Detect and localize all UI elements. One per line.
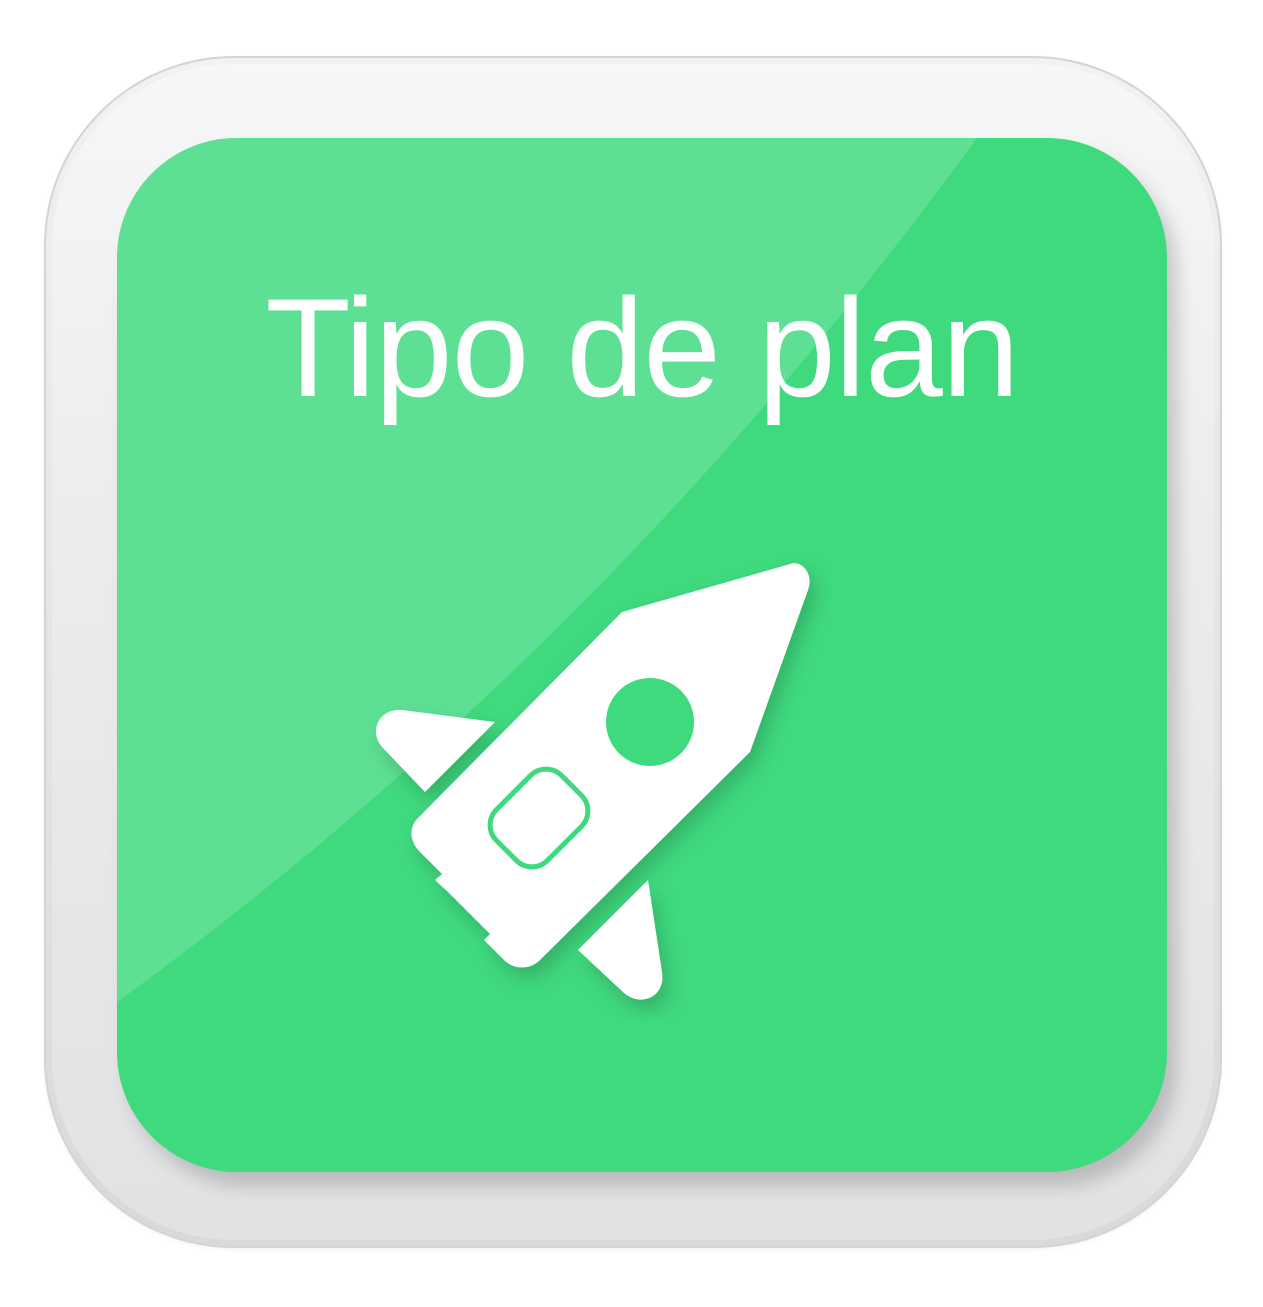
page: Tipo de plan: [0, 0, 1263, 1307]
button-title: Tipo de plan: [265, 269, 1019, 426]
rocket-icon: [375, 563, 810, 1000]
